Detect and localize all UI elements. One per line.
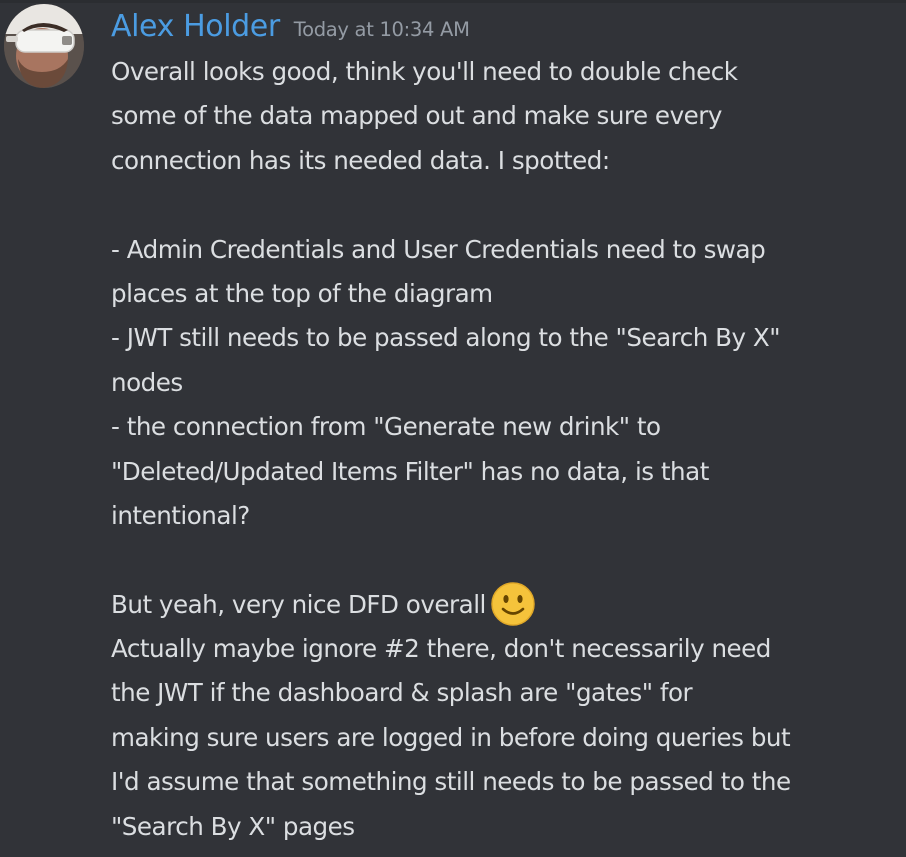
message-line: making sure users are logged in before d…	[111, 722, 791, 752]
user-avatar[interactable]	[4, 4, 84, 88]
message-line: the JWT if the dashboard & splash are "g…	[111, 678, 693, 708]
message-line: "Deleted/Updated Items Filter" has no da…	[111, 456, 709, 486]
message-line: nodes	[111, 367, 183, 397]
message-line: intentional?	[111, 500, 250, 530]
message-line-text: But yeah, very nice DFD overall	[111, 589, 486, 619]
message-line-with-emoji: But yeah, very nice DFD overall	[111, 581, 906, 627]
message-line: Overall looks good, think you'll need to…	[111, 57, 738, 86]
message-timestamp[interactable]: Today at 10:34 AM	[294, 18, 470, 41]
message-line: - Admin Credentials and User Credentials…	[111, 234, 766, 264]
message-line: Actually maybe ignore #2 there, don't ne…	[111, 634, 771, 664]
message-line: connection has its needed data. I spotte…	[111, 145, 610, 175]
message-content: Overall looks good, think you'll need to…	[111, 50, 906, 849]
message-line: some of the data mapped out and make sur…	[111, 101, 722, 131]
chat-message: Alex Holder Today at 10:34 AM Overall lo…	[0, 0, 906, 857]
author-name[interactable]: Alex Holder	[111, 4, 280, 50]
message-line: I'd assume that something still needs to…	[111, 767, 791, 797]
message-line: - JWT still needs to be passed along to …	[111, 323, 781, 353]
message-header: Alex Holder Today at 10:34 AM	[111, 4, 470, 50]
avatar-image	[4, 4, 84, 88]
message-line: - the connection from "Generate new drin…	[111, 412, 661, 442]
message-line: "Search By X" pages	[111, 811, 355, 841]
message-line: places at the top of the diagram	[111, 278, 493, 308]
slightly-smiling-face-emoji-icon[interactable]	[490, 581, 536, 627]
